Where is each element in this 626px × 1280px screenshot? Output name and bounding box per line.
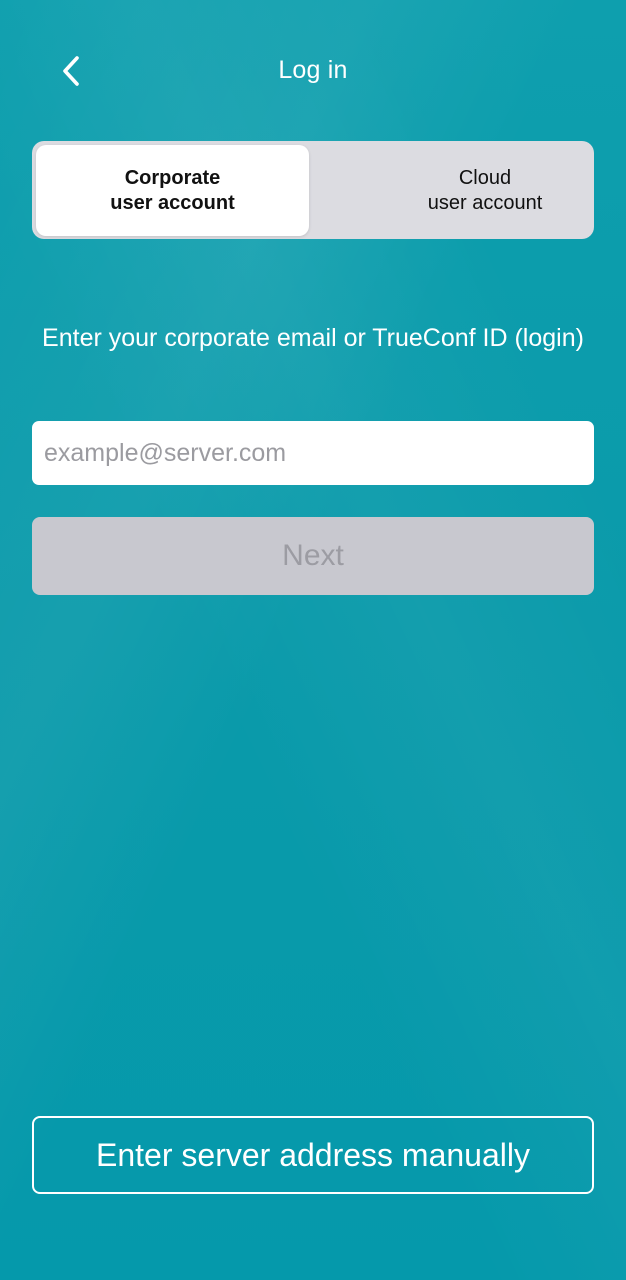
next-button[interactable]: Next [32,517,594,595]
login-instruction: Enter your corporate email or TrueConf I… [42,324,584,352]
segment-corporate-line2: user account [110,191,235,214]
account-type-switch: Corporate user account Cloud user accoun… [32,141,594,239]
segment-cloud-line1: Cloud [458,166,512,189]
email-field[interactable] [32,421,594,485]
segment-cloud-line2: user account [427,191,543,214]
enter-server-manually-button[interactable]: Enter server address manually [32,1116,594,1194]
header: Log in [0,40,626,102]
segment-corporate-line1: Corporate [124,166,221,189]
email-field-container [32,421,594,485]
segment-cloud-account[interactable]: Cloud user account [349,145,621,236]
segment-corporate-account[interactable]: Corporate user account [36,145,309,236]
page-title: Log in [278,56,348,84]
